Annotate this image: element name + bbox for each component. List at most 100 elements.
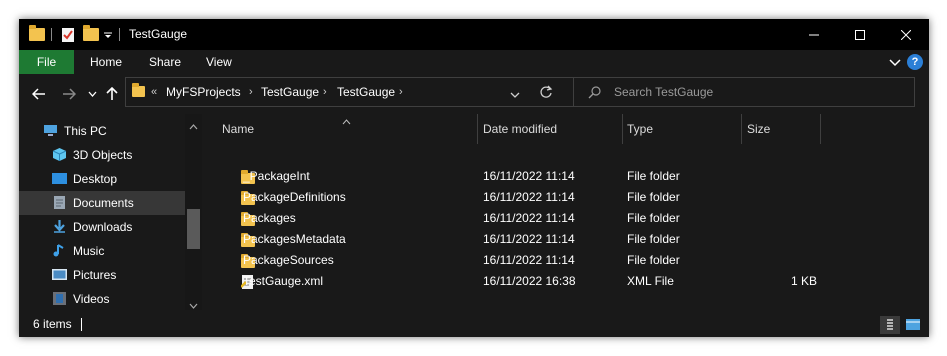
file-type: File folder xyxy=(627,211,680,225)
column-header-type[interactable]: Type xyxy=(627,114,653,144)
search-box[interactable]: Search TestGauge xyxy=(573,77,915,107)
scroll-down-icon[interactable] xyxy=(189,298,198,312)
nav-item-documents[interactable]: Documents xyxy=(19,191,185,215)
up-button[interactable] xyxy=(103,83,121,105)
file-name: TestGauge.xml xyxy=(243,274,324,288)
minimize-button[interactable] xyxy=(791,19,837,50)
file-name: _PackageInt xyxy=(243,169,310,183)
back-button[interactable] xyxy=(29,83,49,105)
expand-ribbon-icon[interactable] xyxy=(889,56,901,70)
breadcrumb-myfsprojects[interactable]: MyFSProjects xyxy=(166,78,241,106)
large-icons-view-button[interactable] xyxy=(903,316,923,334)
tab-file[interactable]: File xyxy=(19,50,74,74)
recent-locations-button[interactable] xyxy=(85,83,99,105)
help-icon[interactable]: ? xyxy=(907,54,923,70)
column-header-date-modified[interactable]: Date modified xyxy=(483,114,557,144)
refresh-icon xyxy=(540,85,553,98)
nav-item-pictures[interactable]: Pictures xyxy=(19,263,185,287)
scroll-up-icon[interactable] xyxy=(189,119,198,133)
new-folder-icon[interactable] xyxy=(83,19,99,50)
file-date: 16/11/2022 16:38 xyxy=(483,274,576,288)
customize-toolbar-icon[interactable] xyxy=(103,19,113,50)
breadcrumb-testgauge-current[interactable]: TestGauge xyxy=(337,78,395,106)
nav-item-desktop[interactable]: Desktop xyxy=(19,167,185,191)
table-row[interactable]: Packages 16/11/2022 11:14 File folder xyxy=(203,208,929,229)
forward-arrow-icon xyxy=(63,88,76,100)
column-divider[interactable] xyxy=(477,114,478,144)
breadcrumb-testgauge[interactable]: TestGauge xyxy=(261,78,319,106)
minimize-icon xyxy=(809,34,819,35)
nav-item-label: Desktop xyxy=(73,172,118,186)
location-folder-icon xyxy=(132,83,145,100)
pictures-icon xyxy=(52,269,67,280)
chevron-down-icon xyxy=(510,92,520,98)
file-date: 16/11/2022 11:14 xyxy=(483,211,575,225)
close-icon xyxy=(901,29,911,40)
title-bar: TestGauge xyxy=(19,19,929,50)
file-name: PackagesMetadata xyxy=(243,232,346,246)
forward-button[interactable] xyxy=(59,83,79,105)
file-date: 16/11/2022 11:14 xyxy=(483,253,575,267)
nav-item-label: Downloads xyxy=(73,220,133,234)
search-input[interactable]: Search TestGauge xyxy=(614,78,713,106)
maximize-icon xyxy=(855,29,865,40)
sort-ascending-icon xyxy=(342,114,351,128)
up-arrow-icon xyxy=(106,87,118,100)
documents-icon xyxy=(54,196,65,209)
breadcrumb-separator[interactable]: › xyxy=(249,78,253,106)
column-header-size[interactable]: Size xyxy=(747,114,770,144)
tab-home[interactable]: Home xyxy=(90,50,122,74)
nav-item-label: Documents xyxy=(73,196,134,210)
downloads-icon xyxy=(54,220,65,233)
file-name: Packages xyxy=(243,211,296,225)
explorer-window: TestGauge File Home Share View ? « MyFSP… xyxy=(19,19,929,337)
close-button[interactable] xyxy=(883,19,929,50)
ribbon: File Home Share View ? xyxy=(19,50,929,74)
details-view-button[interactable] xyxy=(880,316,900,334)
table-row[interactable]: PackageSources 16/11/2022 11:14 File fol… xyxy=(203,250,929,271)
nav-item-label: This PC xyxy=(64,124,107,138)
nav-item-label: Pictures xyxy=(73,268,117,282)
scroll-thumb[interactable] xyxy=(187,209,200,249)
table-row[interactable]: _PackageInt 16/11/2022 11:14 File folder xyxy=(203,166,929,187)
breadcrumb-separator[interactable]: › xyxy=(323,78,327,106)
table-row[interactable]: PackagesMetadata 16/11/2022 11:14 File f… xyxy=(203,229,929,250)
large-icons-view-icon xyxy=(906,319,920,330)
navigation-scrollbar[interactable] xyxy=(185,114,202,310)
file-type: File folder xyxy=(627,232,680,246)
address-history-dropdown[interactable] xyxy=(510,88,520,102)
file-type: File folder xyxy=(627,253,680,267)
maximize-button[interactable] xyxy=(837,19,883,50)
chevron-down-icon xyxy=(88,91,96,97)
column-header-name[interactable]: Name xyxy=(222,114,254,144)
details-view-icon xyxy=(887,319,893,330)
file-date: 16/11/2022 11:14 xyxy=(483,190,575,204)
breadcrumb-overflow[interactable]: « xyxy=(151,78,157,106)
nav-item-3d-objects[interactable]: 3D Objects xyxy=(19,143,185,167)
nav-item-videos[interactable]: Videos xyxy=(19,287,185,310)
videos-icon xyxy=(53,292,66,305)
navigation-pane: This PC 3D Objects Desktop Documents Dow… xyxy=(19,114,203,310)
address-bar[interactable]: « MyFSProjects › TestGauge › TestGauge › xyxy=(125,77,585,107)
nav-item-music[interactable]: Music xyxy=(19,239,185,263)
column-divider[interactable] xyxy=(741,114,742,144)
file-size: 1 KB xyxy=(791,274,818,288)
column-divider[interactable] xyxy=(820,114,821,144)
refresh-button[interactable] xyxy=(539,85,553,102)
file-list: Name Date modified Type Size _PackageInt… xyxy=(203,114,929,310)
breadcrumb-separator[interactable]: › xyxy=(399,78,403,106)
file-date: 16/11/2022 11:14 xyxy=(483,169,575,183)
table-row[interactable]: TestGauge.xml 16/11/2022 16:38 XML File … xyxy=(203,271,929,292)
nav-item-downloads[interactable]: Downloads xyxy=(19,215,185,239)
file-type: File folder xyxy=(627,169,680,183)
file-date: 16/11/2022 11:14 xyxy=(483,232,575,246)
nav-item-label: 3D Objects xyxy=(73,148,133,162)
back-arrow-icon xyxy=(32,88,45,100)
properties-icon[interactable] xyxy=(61,19,75,50)
tab-view[interactable]: View xyxy=(206,50,232,74)
nav-item-this-pc[interactable]: This PC xyxy=(19,119,185,143)
table-row[interactable]: PackageDefinitions 16/11/2022 11:14 File… xyxy=(203,187,929,208)
file-name: PackageSources xyxy=(243,253,334,267)
column-divider[interactable] xyxy=(622,114,623,144)
tab-share[interactable]: Share xyxy=(149,50,181,74)
